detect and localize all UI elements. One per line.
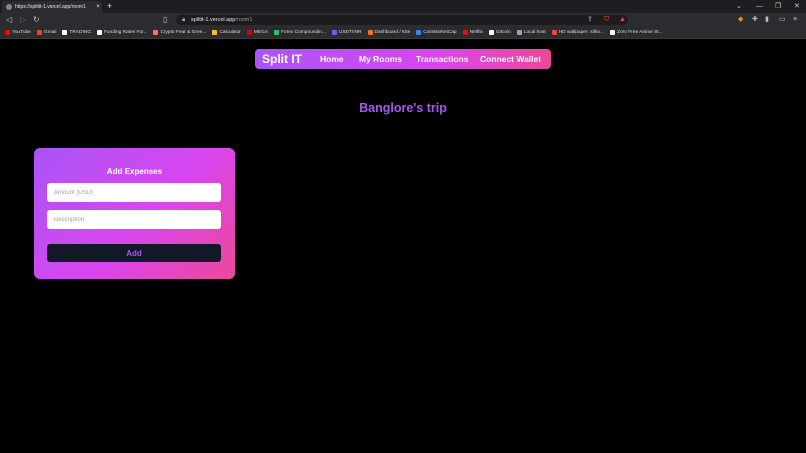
new-tab-button[interactable]: + xyxy=(107,0,112,13)
bookmark-item[interactable]: Dashboard / Kite xyxy=(367,30,411,35)
bookmark-favicon-icon xyxy=(96,30,102,35)
bookmark-favicon-icon xyxy=(551,30,557,35)
address-bar[interactable]: 🔒︎ splitit-1.vercel.app/room1 ⇪ xyxy=(176,15,628,25)
nav-link-home[interactable]: Home xyxy=(320,49,344,69)
bookmark-favicon-icon xyxy=(62,30,68,35)
reload-icon[interactable]: ↻ xyxy=(33,13,40,27)
share-icon[interactable]: ⇪ xyxy=(587,15,593,25)
nav-link-transactions[interactable]: Transactions xyxy=(416,49,468,69)
app-navbar: Split IT Home My Rooms Transactions Conn… xyxy=(255,49,551,69)
bookmark-item[interactable]: Crypto Fear & Gree... xyxy=(153,30,206,35)
sidebar-icon[interactable]: ▮ xyxy=(765,15,769,25)
bookmark-favicon-icon xyxy=(516,30,522,35)
room-title: Banglore's trip xyxy=(359,101,447,115)
browser-tab[interactable]: https://splitit-1.vercel.app/room1 × xyxy=(2,1,102,13)
bookmark-item[interactable]: Netflix xyxy=(462,30,483,35)
bookmark-item[interactable]: MEGA xyxy=(246,30,269,35)
menu-icon[interactable]: ≡ xyxy=(793,15,797,25)
bookmark-label: TRADING xyxy=(69,30,91,35)
window-close-icon[interactable]: ✕ xyxy=(794,0,800,13)
browser-tab-strip: https://splitit-1.vercel.app/room1 × + ⌄… xyxy=(0,0,806,13)
bookmark-label: YouTube xyxy=(12,30,31,35)
bookmark-item[interactable]: Gitcoin xyxy=(488,30,511,35)
bookmark-item[interactable]: TRADING xyxy=(62,30,91,35)
extensions-icon[interactable]: ✚ xyxy=(752,15,758,25)
bookmark-label: Forex Compoundin... xyxy=(281,30,326,35)
maximize-icon[interactable]: ❐ xyxy=(775,0,781,13)
add-expense-button[interactable]: Add xyxy=(47,244,221,262)
bookmark-item[interactable]: Gmail xyxy=(36,30,57,35)
brand-logo[interactable]: Split IT xyxy=(262,49,302,69)
bookmark-favicon-icon xyxy=(610,30,616,35)
tab-close-icon[interactable]: × xyxy=(94,4,102,10)
bookmark-item[interactable]: Zoro Free Anime St... xyxy=(610,30,663,35)
bookmark-label: Crypto Fear & Gree... xyxy=(160,30,207,35)
bookmark-label: HD wallpaper: silho... xyxy=(558,30,605,35)
bookmark-item[interactable]: Funding Rates For... xyxy=(96,30,148,35)
add-expense-title: Add Expenses xyxy=(106,167,163,176)
brave-rewards-icon[interactable]: ▲ xyxy=(619,15,626,25)
bookmark-favicon-icon xyxy=(153,30,159,35)
bookmark-item[interactable]: Forex Compoundin... xyxy=(274,30,326,35)
bookmark-label: Gmail xyxy=(43,30,57,35)
bookmark-favicon-icon xyxy=(36,30,42,35)
bookmark-item[interactable]: USDT/INR xyxy=(331,30,362,35)
bookmark-item[interactable]: Calculator xyxy=(212,30,241,35)
bookmark-label: Gitcoin xyxy=(495,30,511,35)
bookmark-item[interactable]: Local host xyxy=(516,30,546,35)
bookmark-favicon-icon xyxy=(212,30,218,35)
browser-toolbar: ◁ ▷ ↻ ▯ 🔒︎ splitit-1.vercel.app/room1 ⇪ … xyxy=(0,13,806,27)
bookmark-label: Zoro Free Anime St... xyxy=(617,30,663,35)
nav-link-connect-wallet[interactable]: Connect Wallet xyxy=(480,49,541,69)
bookmark-label: Dashboard / Kite xyxy=(374,30,411,35)
tab-search-icon[interactable]: ⌄ xyxy=(736,0,742,13)
description-input[interactable] xyxy=(47,210,221,229)
back-icon[interactable]: ◁ xyxy=(6,13,12,27)
bookmark-label: Netflix xyxy=(469,30,483,35)
bookmark-page-icon[interactable]: ▯ xyxy=(163,13,167,27)
minimize-icon[interactable]: — xyxy=(756,0,763,13)
bookmark-favicon-icon xyxy=(416,30,422,35)
bookmark-favicon-icon xyxy=(5,30,10,35)
bookmark-label: Funding Rates For... xyxy=(103,30,148,35)
add-expense-card: Add Expenses Add xyxy=(34,148,235,279)
bookmark-favicon-icon xyxy=(462,30,468,35)
bookmark-label: Local host xyxy=(523,30,546,35)
amount-input[interactable] xyxy=(47,183,221,202)
url-text: splitit-1.vercel.app/room1 xyxy=(191,17,253,23)
nav-link-my-rooms[interactable]: My Rooms xyxy=(359,49,402,69)
wallet-icon[interactable]: ▭ xyxy=(779,15,786,25)
tab-favicon-icon xyxy=(6,4,12,10)
forward-icon[interactable]: ▷ xyxy=(20,13,26,27)
bookmark-favicon-icon xyxy=(246,30,252,35)
tab-title: https://splitit-1.vercel.app/room1 xyxy=(15,4,86,10)
lock-icon: 🔒︎ xyxy=(182,17,186,23)
bookmark-item[interactable]: HD wallpaper: silho... xyxy=(551,30,605,35)
bookmark-label: USDT/INR xyxy=(338,30,362,35)
bookmark-favicon-icon xyxy=(488,30,494,35)
bookmark-label: CoinMarketCap xyxy=(423,30,457,35)
bookmark-favicon-icon xyxy=(367,30,373,35)
brave-shield-icon[interactable]: ⛉ xyxy=(604,15,609,25)
bookmark-item[interactable]: YouTube xyxy=(5,30,31,35)
bookmark-label: Calculator xyxy=(219,30,241,35)
bookmark-label: MEGA xyxy=(253,30,269,35)
metamask-icon[interactable]: ◆ xyxy=(738,15,743,25)
bookmarks-bar: YouTube Gmail TRADING Funding Rates For... C… xyxy=(0,27,806,39)
bookmark-favicon-icon xyxy=(274,30,280,35)
bookmark-favicon-icon xyxy=(331,30,337,35)
bookmark-item[interactable]: CoinMarketCap xyxy=(416,30,457,35)
